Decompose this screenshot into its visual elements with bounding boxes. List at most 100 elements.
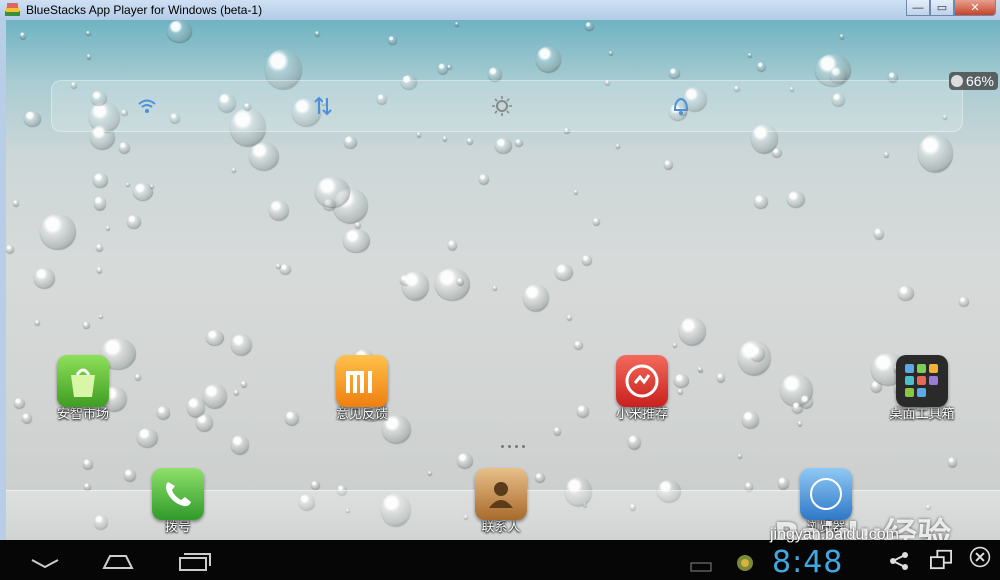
minimize-button[interactable]: — (906, 0, 930, 16)
share-icon[interactable] (888, 550, 910, 572)
water-drop (616, 144, 621, 149)
battery-indicator: 66% (948, 72, 998, 90)
water-drop (268, 199, 289, 221)
baidu-watermark-url: jingyan.baidu.com (770, 526, 899, 543)
water-drop (917, 134, 954, 172)
recent-apps-icon[interactable] (176, 550, 212, 572)
water-drop (40, 214, 76, 249)
water-drop (82, 321, 90, 329)
app-switch-icon[interactable] (735, 552, 755, 574)
water-drop (738, 340, 772, 376)
water-drop (442, 136, 448, 142)
water-drop (133, 182, 154, 200)
water-drop (455, 21, 460, 26)
battery-level: 66% (965, 73, 994, 89)
app-contacts[interactable]: 联系人 (456, 468, 546, 535)
water-drop (417, 132, 422, 137)
window-title: BlueStacks App Player for Windows (beta-… (26, 3, 263, 17)
water-drop (96, 267, 103, 273)
water-drop (127, 215, 141, 229)
water-drop (628, 434, 642, 449)
water-drop (535, 46, 562, 73)
water-drop (98, 314, 103, 319)
water-drop (196, 414, 213, 432)
page-indicator (501, 445, 525, 448)
water-drop (84, 483, 92, 491)
water-drop (884, 152, 889, 157)
app-feedback[interactable]: 意见反馈 (317, 355, 407, 422)
water-drop (314, 30, 320, 36)
water-drop (355, 221, 361, 228)
water-drop (135, 374, 142, 381)
water-drop (553, 427, 561, 435)
water-drop (241, 381, 247, 388)
water-drop (231, 333, 253, 355)
water-drop (23, 111, 42, 127)
water-drop (34, 320, 40, 325)
water-drop (456, 278, 464, 286)
home-icon[interactable] (100, 550, 136, 572)
water-drop (427, 470, 432, 475)
water-drop (156, 406, 170, 419)
water-drop (231, 168, 236, 172)
water-drop (19, 31, 27, 39)
water-drop (284, 410, 300, 425)
water-drop (678, 317, 706, 346)
system-clock: 8:48 (772, 545, 844, 580)
brightness-icon[interactable] (491, 95, 513, 117)
water-drop (609, 51, 614, 56)
water-drop (22, 413, 33, 423)
water-drop (467, 138, 473, 144)
water-drop (664, 160, 674, 170)
app-anzhi-market[interactable]: 安智市场 (38, 355, 128, 422)
bluestacks-logo-icon (5, 3, 20, 16)
water-drop (92, 172, 109, 187)
water-drop (798, 420, 803, 426)
wifi-icon[interactable] (136, 95, 158, 117)
contacts-icon (475, 468, 527, 520)
app-desktop-toolbox[interactable]: 桌面工具箱 (877, 355, 967, 422)
water-drop (401, 270, 429, 301)
water-drop (791, 401, 804, 413)
water-drop (515, 139, 524, 147)
anzhi-market-icon (57, 355, 109, 407)
window-mode-icon[interactable] (928, 548, 954, 570)
maximize-button[interactable]: ▭ (930, 0, 954, 16)
mi-recommend-icon (616, 355, 668, 407)
water-drop (787, 190, 806, 208)
water-drop (343, 228, 370, 253)
water-drop (697, 366, 702, 371)
water-drop (673, 343, 678, 348)
water-drop (741, 411, 759, 428)
back-icon[interactable] (28, 550, 62, 572)
desktop-toolbox-icon (896, 355, 948, 407)
water-drop (494, 137, 513, 153)
water-drop (87, 54, 92, 59)
water-drop (234, 389, 239, 395)
water-drop (6, 245, 15, 254)
water-drop (248, 141, 280, 171)
android-home-screen[interactable]: 66% 安智市场 意见反馈 小米推荐 桌面工具箱 拨号 联系人 浏览器 Baid… (6, 20, 1000, 540)
water-drop (203, 384, 228, 409)
sound-icon[interactable] (670, 95, 692, 117)
water-drop (585, 21, 594, 30)
battery-icon (950, 75, 963, 87)
close-button[interactable]: ✕ (954, 0, 996, 16)
app-phone[interactable]: 拨号 (133, 468, 223, 535)
phone-icon (152, 468, 204, 520)
water-drop (388, 35, 397, 44)
water-drop (669, 67, 680, 78)
water-drop (737, 454, 742, 459)
water-drop (276, 264, 281, 269)
app-mi-recommend[interactable]: 小米推荐 (597, 355, 687, 422)
close-app-icon[interactable] (966, 546, 994, 568)
water-drop (840, 34, 845, 39)
water-drop (14, 398, 25, 409)
water-drop (82, 459, 93, 469)
data-sync-icon[interactable] (312, 95, 334, 117)
keyboard-icon[interactable] (690, 556, 712, 578)
water-drop (593, 217, 600, 225)
water-drop (93, 196, 106, 210)
water-drop (756, 61, 766, 72)
water-drop (747, 53, 753, 58)
